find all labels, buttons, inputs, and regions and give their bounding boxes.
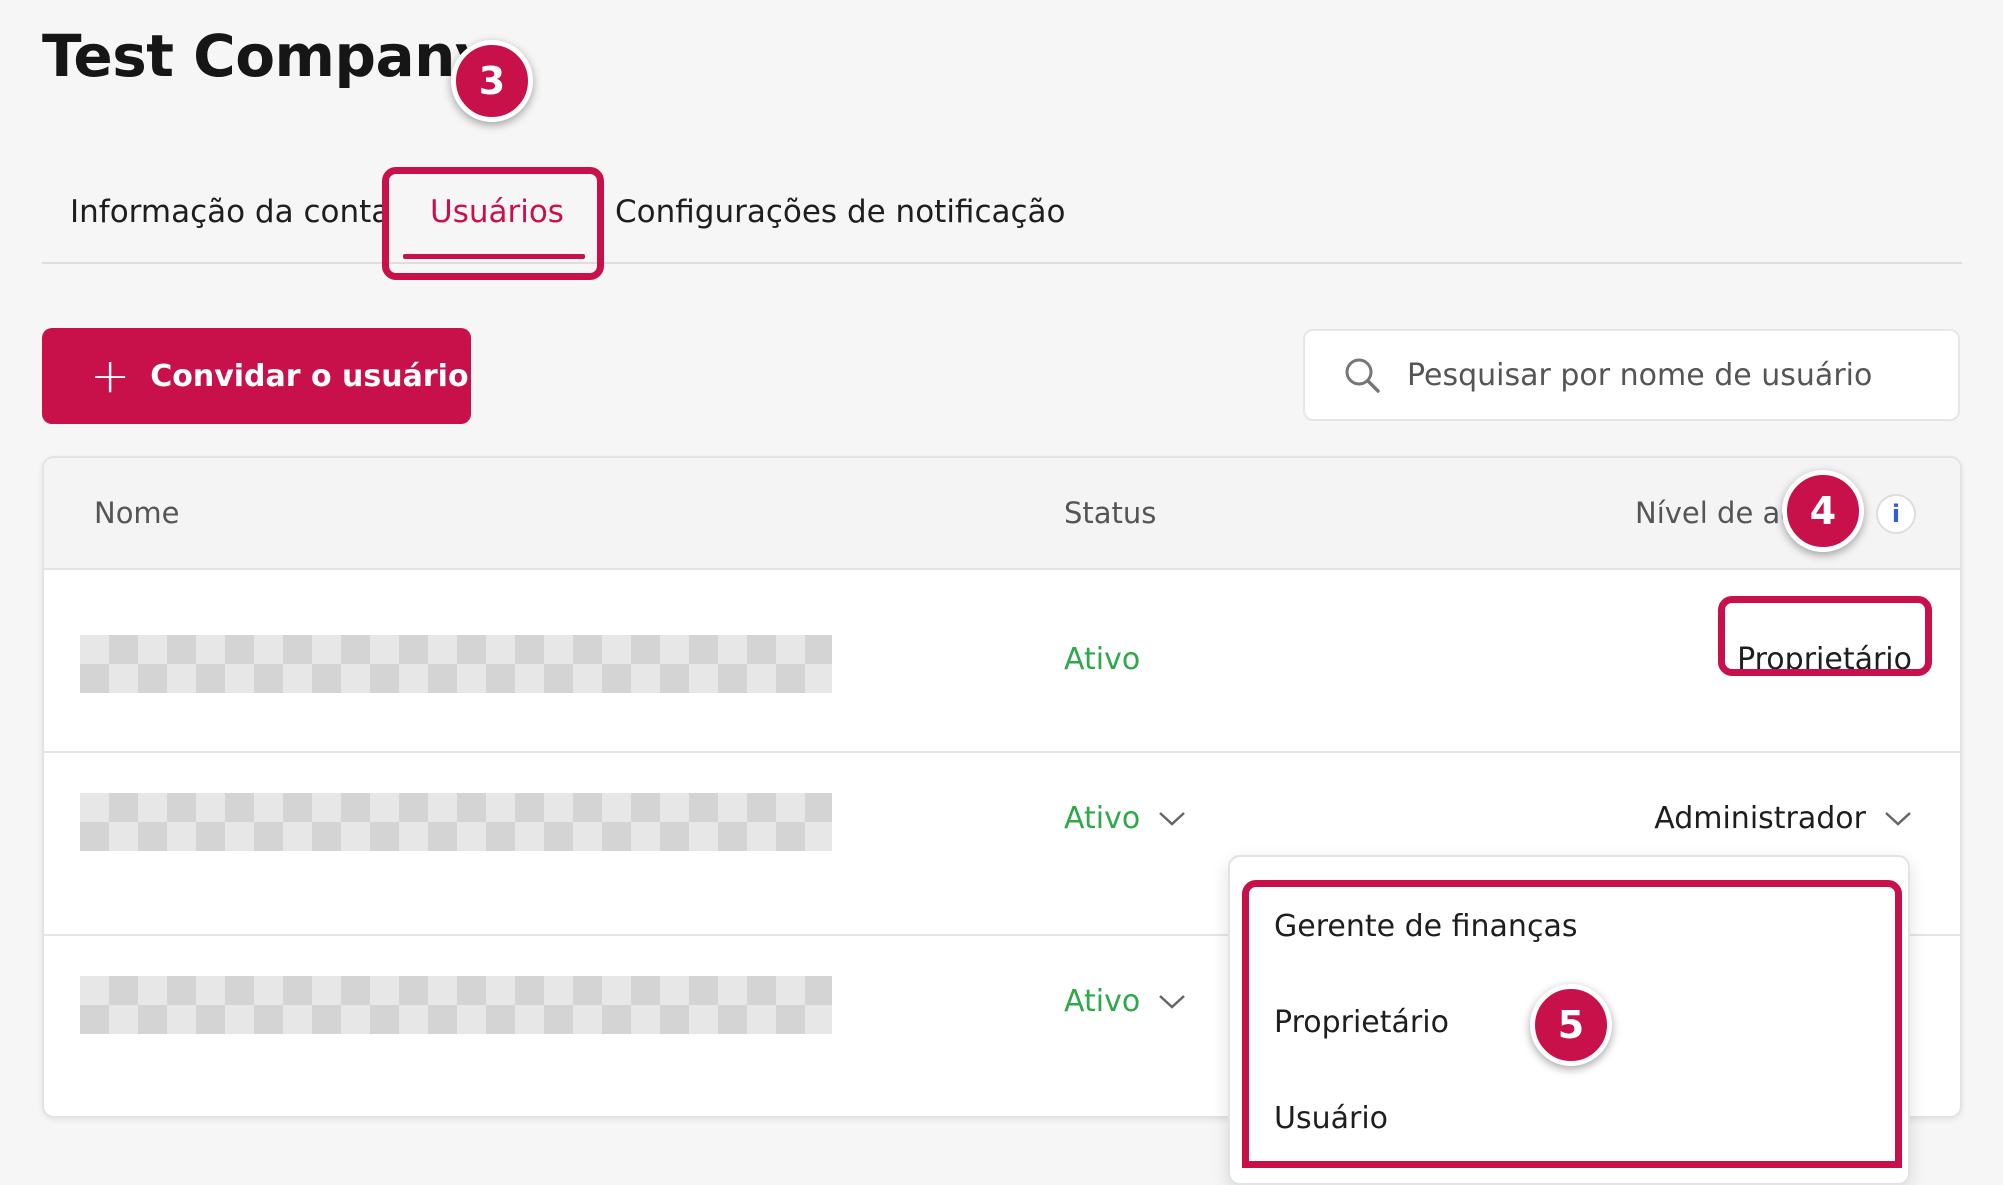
redacted-user-name [80, 793, 832, 851]
search-input[interactable] [1405, 356, 1929, 394]
status-dropdown[interactable]: Ativo [1064, 801, 1186, 836]
step-3-badge: 3 [451, 40, 533, 122]
tab-notification-settings[interactable]: Configurações de notificação [615, 194, 1066, 230]
owner-role-highlight [1718, 596, 1932, 676]
status-text: Ativo [1064, 801, 1141, 836]
status-text: Ativo [1064, 984, 1141, 1019]
step-4-badge: 4 [1782, 470, 1864, 552]
info-icon[interactable]: i [1876, 494, 1916, 534]
chevron-down-icon [1885, 811, 1911, 826]
role-dropdown[interactable]: Administrador [1654, 801, 1912, 836]
column-header-status: Status [1064, 496, 1157, 530]
table-row: Ativo Proprietário [44, 568, 1960, 753]
role-label: Administrador [1654, 801, 1866, 836]
table-header: Nome Status Nível de ac i [44, 458, 1960, 570]
plus-icon: + [90, 348, 131, 404]
chevron-down-icon [1159, 994, 1186, 1009]
tab-users-highlight [382, 167, 604, 280]
status-dropdown[interactable]: Ativo [1064, 984, 1186, 1019]
step-5-badge: 5 [1530, 984, 1612, 1066]
search-box[interactable] [1303, 329, 1960, 421]
redacted-user-name [80, 976, 832, 1034]
invite-user-button[interactable]: + Convidar o usuário [42, 328, 471, 424]
column-header-name: Nome [94, 496, 180, 530]
invite-user-label: Convidar o usuário [150, 358, 469, 394]
chevron-down-icon [1159, 811, 1186, 826]
tabs-divider [42, 262, 1962, 264]
redacted-user-name [80, 635, 832, 693]
column-header-access-level: Nível de ac [1635, 496, 1797, 530]
search-icon [1345, 358, 1380, 393]
page-title: Test Company [42, 22, 493, 90]
tab-account-info[interactable]: Informação da conta [70, 194, 390, 230]
status-text: Ativo [1064, 642, 1141, 677]
